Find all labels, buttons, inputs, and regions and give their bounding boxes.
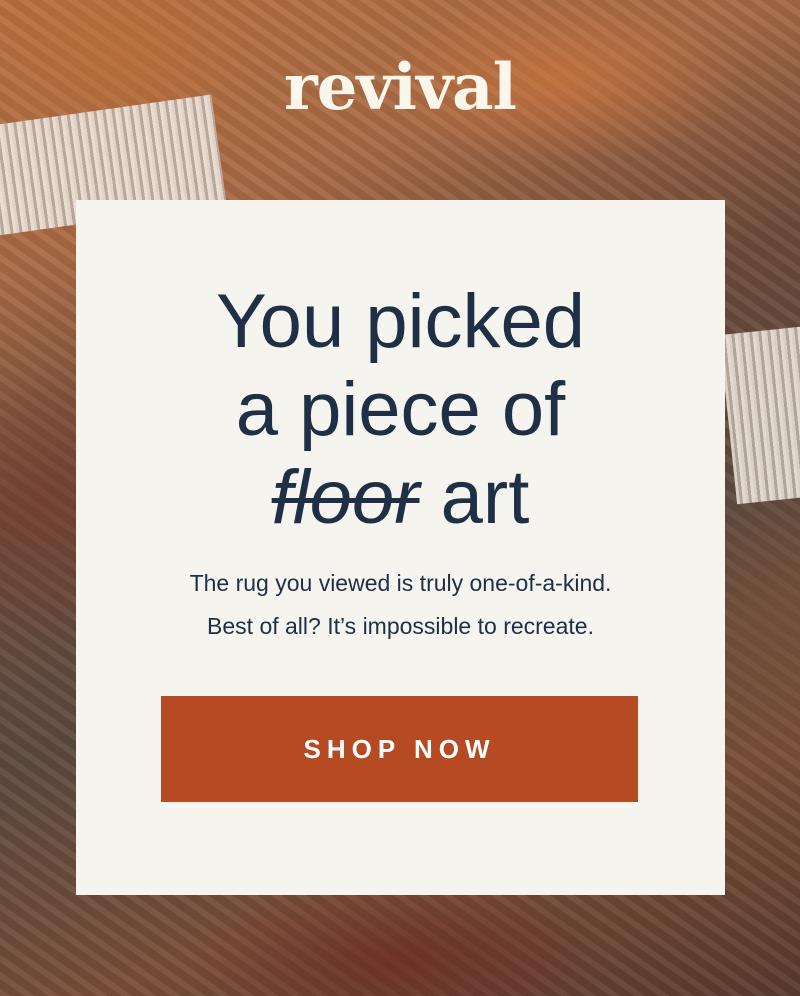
promo-card: You picked a piece of floor art The rug … <box>76 200 725 895</box>
promo-body-text: The rug you viewed is truly one-of-a-kin… <box>76 562 725 648</box>
headline-tail-word: art <box>440 455 530 540</box>
headline-line-1: You picked <box>215 279 586 364</box>
body-line-2: Best of all? It’s impossible to recreate… <box>207 613 594 639</box>
headline-struck-word: floor <box>271 455 420 540</box>
shop-now-button[interactable]: SHOP NOW <box>161 696 638 802</box>
body-line-1: The rug you viewed is truly one-of-a-kin… <box>189 570 612 596</box>
promo-headline: You picked a piece of floor art <box>76 278 725 542</box>
headline-line-2: a piece of <box>235 367 566 452</box>
headline-line-3: floor art <box>76 454 725 542</box>
brand-logo[interactable]: revival <box>0 48 800 128</box>
